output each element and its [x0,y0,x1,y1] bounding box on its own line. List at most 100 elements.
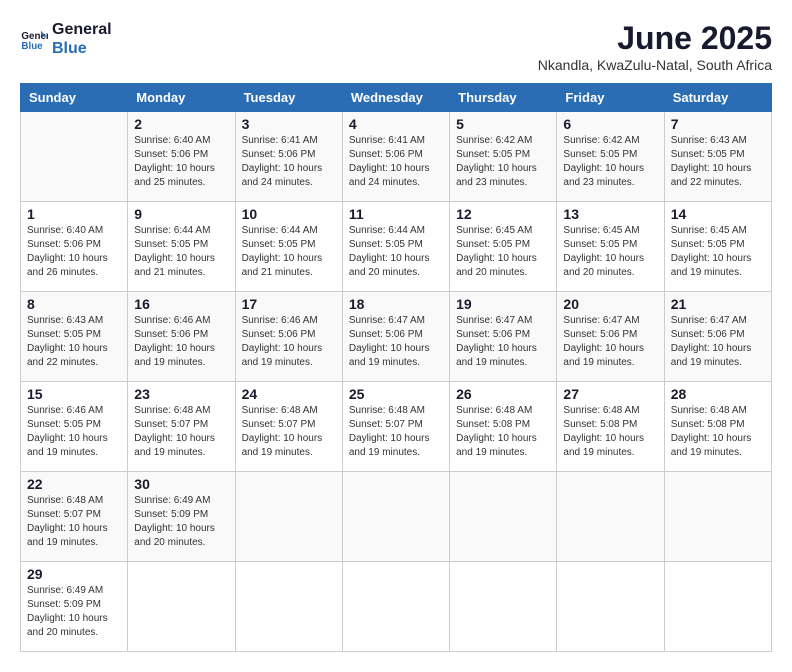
day-number: 15 [27,386,121,402]
col-header-thursday: Thursday [450,84,557,112]
week-row-0: 2Sunrise: 6:40 AM Sunset: 5:06 PM Daylig… [21,112,772,202]
day-detail: Sunrise: 6:45 AM Sunset: 5:05 PM Dayligh… [671,224,765,280]
col-header-wednesday: Wednesday [342,84,449,112]
day-cell-27: 27 Sunrise: 6:48 AM Sunset: 5:08 PM Dayli… [557,382,664,472]
empty-cell [235,472,342,562]
day-cell-7: 7 Sunrise: 6:43 AM Sunset: 5:05 PM Daylig… [664,112,771,202]
day-cell-26: 26Sunrise: 6:48 AM Sunset: 5:08 PM Dayli… [450,382,557,472]
day-cell-10: 10 Sunrise: 6:44 AM Sunset: 5:05 PM Dayli… [235,202,342,292]
day-detail: Sunrise: 6:48 AM Sunset: 5:07 PM Dayligh… [242,404,336,460]
day-number: 8 [27,296,121,312]
day-cell-25: 25 Sunrise: 6:48 AM Sunset: 5:07 PM Dayli… [342,382,449,472]
day-detail: Sunrise: 6:46 AM Sunset: 5:06 PM Dayligh… [134,314,228,370]
day-detail: Sunrise: 6:46 AM Sunset: 5:06 PM Dayligh… [242,314,336,370]
day-number: 19 [456,296,550,312]
day-detail: Sunrise: 6:49 AM Sunset: 5:09 PM Dayligh… [27,584,121,640]
day-number: 3 [242,116,336,132]
day-cell-20: 20Sunrise: 6:47 AM Sunset: 5:06 PM Dayli… [557,292,664,382]
day-detail: Sunrise: 6:48 AM Sunset: 5:08 PM Dayligh… [563,404,657,460]
day-cell-11: 11 Sunrise: 6:44 AM Sunset: 5:05 PM Dayli… [342,202,449,292]
col-header-friday: Friday [557,84,664,112]
day-cell-29: 29 Sunrise: 6:49 AM Sunset: 5:09 PM Dayli… [21,562,128,652]
col-header-sunday: Sunday [21,84,128,112]
day-number: 28 [671,386,765,402]
day-number: 1 [27,206,121,222]
empty-cell [450,472,557,562]
week-row-4: 22 Sunrise: 6:48 AM Sunset: 5:07 PM Dayli… [21,472,772,562]
day-cell-24: 24 Sunrise: 6:48 AM Sunset: 5:07 PM Dayli… [235,382,342,472]
day-detail: Sunrise: 6:49 AM Sunset: 5:09 PM Dayligh… [134,494,228,550]
day-number: 4 [349,116,443,132]
day-cell-22: 22 Sunrise: 6:48 AM Sunset: 5:07 PM Dayli… [21,472,128,562]
day-cell-30: 30Sunrise: 6:49 AM Sunset: 5:09 PM Dayli… [128,472,235,562]
logo-line2: Blue [52,39,112,58]
day-number: 13 [563,206,657,222]
day-cell-12: 12Sunrise: 6:45 AM Sunset: 5:05 PM Dayli… [450,202,557,292]
empty-cell [664,472,771,562]
day-number: 22 [27,476,121,492]
calendar-title: June 2025 [538,20,772,57]
col-header-saturday: Saturday [664,84,771,112]
day-cell-17: 17 Sunrise: 6:46 AM Sunset: 5:06 PM Dayli… [235,292,342,382]
empty-cell [128,562,235,652]
day-cell-8: 8 Sunrise: 6:43 AM Sunset: 5:05 PM Daylig… [21,292,128,382]
day-number: 10 [242,206,336,222]
day-cell-23: 23Sunrise: 6:48 AM Sunset: 5:07 PM Dayli… [128,382,235,472]
day-number: 16 [134,296,228,312]
day-cell-15: 15 Sunrise: 6:46 AM Sunset: 5:05 PM Dayli… [21,382,128,472]
day-detail: Sunrise: 6:48 AM Sunset: 5:07 PM Dayligh… [349,404,443,460]
svg-text:Blue: Blue [21,41,43,52]
day-detail: Sunrise: 6:42 AM Sunset: 5:05 PM Dayligh… [456,134,550,190]
header-row: SundayMondayTuesdayWednesdayThursdayFrid… [21,84,772,112]
day-number: 2 [134,116,228,132]
logo-icon: General Blue [20,25,48,53]
day-detail: Sunrise: 6:42 AM Sunset: 5:05 PM Dayligh… [563,134,657,190]
day-number: 26 [456,386,550,402]
day-number: 27 [563,386,657,402]
day-detail: Sunrise: 6:44 AM Sunset: 5:05 PM Dayligh… [349,224,443,280]
day-number: 24 [242,386,336,402]
header: General Blue General Blue June 2025 Nkan… [20,20,772,73]
day-number: 25 [349,386,443,402]
empty-cell [342,472,449,562]
day-cell-28: 28Sunrise: 6:48 AM Sunset: 5:08 PM Dayli… [664,382,771,472]
empty-cell [557,562,664,652]
week-row-3: 15 Sunrise: 6:46 AM Sunset: 5:05 PM Dayli… [21,382,772,472]
day-cell-21: 21Sunrise: 6:47 AM Sunset: 5:06 PM Dayli… [664,292,771,382]
empty-cell [342,562,449,652]
day-cell-13: 13 Sunrise: 6:45 AM Sunset: 5:05 PM Dayli… [557,202,664,292]
day-cell-19: 19 Sunrise: 6:47 AM Sunset: 5:06 PM Dayli… [450,292,557,382]
day-detail: Sunrise: 6:47 AM Sunset: 5:06 PM Dayligh… [563,314,657,370]
day-cell-3: 3Sunrise: 6:41 AM Sunset: 5:06 PM Daylig… [235,112,342,202]
day-detail: Sunrise: 6:48 AM Sunset: 5:07 PM Dayligh… [27,494,121,550]
day-cell-9: 9 Sunrise: 6:44 AM Sunset: 5:05 PM Daylig… [128,202,235,292]
calendar-subtitle: Nkandla, KwaZulu-Natal, South Africa [538,57,772,73]
day-number: 5 [456,116,550,132]
day-number: 7 [671,116,765,132]
empty-cell [664,562,771,652]
day-number: 29 [27,566,121,582]
day-detail: Sunrise: 6:43 AM Sunset: 5:05 PM Dayligh… [671,134,765,190]
week-row-1: 1Sunrise: 6:40 AM Sunset: 5:06 PM Daylig… [21,202,772,292]
day-detail: Sunrise: 6:46 AM Sunset: 5:05 PM Dayligh… [27,404,121,460]
day-detail: Sunrise: 6:44 AM Sunset: 5:05 PM Dayligh… [242,224,336,280]
logo: General Blue General Blue [20,20,112,58]
day-number: 21 [671,296,765,312]
day-number: 9 [134,206,228,222]
day-number: 17 [242,296,336,312]
day-cell-1: 1Sunrise: 6:40 AM Sunset: 5:06 PM Daylig… [21,202,128,292]
day-detail: Sunrise: 6:45 AM Sunset: 5:05 PM Dayligh… [456,224,550,280]
day-cell-5: 5 Sunrise: 6:42 AM Sunset: 5:05 PM Daylig… [450,112,557,202]
day-number: 14 [671,206,765,222]
week-row-2: 8 Sunrise: 6:43 AM Sunset: 5:05 PM Daylig… [21,292,772,382]
empty-cell [450,562,557,652]
day-cell-18: 18Sunrise: 6:47 AM Sunset: 5:06 PM Dayli… [342,292,449,382]
day-detail: Sunrise: 6:45 AM Sunset: 5:05 PM Dayligh… [563,224,657,280]
day-number: 11 [349,206,443,222]
logo-line1: General [52,20,112,39]
day-detail: Sunrise: 6:47 AM Sunset: 5:06 PM Dayligh… [456,314,550,370]
day-cell-2: 2Sunrise: 6:40 AM Sunset: 5:06 PM Daylig… [128,112,235,202]
day-detail: Sunrise: 6:44 AM Sunset: 5:05 PM Dayligh… [134,224,228,280]
day-number: 6 [563,116,657,132]
day-detail: Sunrise: 6:43 AM Sunset: 5:05 PM Dayligh… [27,314,121,370]
